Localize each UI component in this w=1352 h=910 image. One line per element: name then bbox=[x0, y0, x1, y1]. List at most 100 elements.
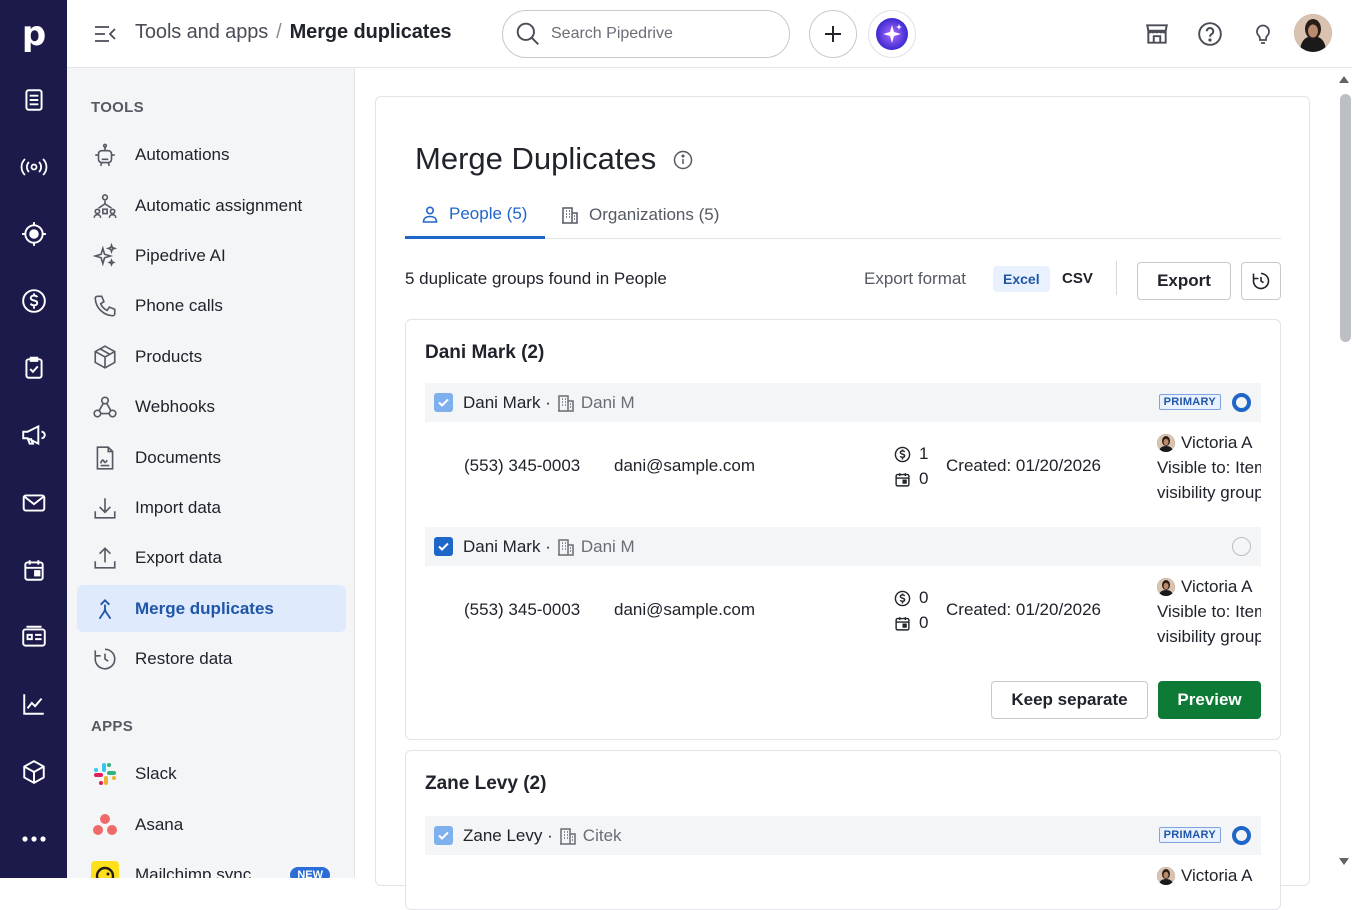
tasks-icon[interactable] bbox=[12, 346, 56, 390]
scroll-up-icon[interactable] bbox=[1338, 74, 1350, 84]
help-icon[interactable] bbox=[1194, 18, 1226, 50]
sidebar-item-products[interactable]: Products bbox=[77, 333, 346, 380]
sidebar-item-label: Import data bbox=[135, 498, 221, 518]
primary-radio[interactable] bbox=[1232, 826, 1251, 845]
sidebar-item-label: Slack bbox=[135, 764, 177, 784]
history-button[interactable] bbox=[1241, 262, 1281, 300]
mail-icon[interactable] bbox=[12, 481, 56, 525]
record-separator: · bbox=[545, 537, 551, 557]
format-csv-option[interactable]: CSV bbox=[1062, 270, 1093, 287]
restore-icon bbox=[91, 645, 119, 673]
deals-count: 1 bbox=[894, 444, 928, 464]
avatar[interactable] bbox=[1294, 14, 1332, 52]
tab-people[interactable]: People (5) bbox=[405, 191, 545, 239]
record-created: Created: 01/20/2026 bbox=[946, 600, 1101, 620]
collapse-menu-icon[interactable] bbox=[93, 22, 117, 46]
record-separator: · bbox=[547, 826, 553, 846]
dollar-icon bbox=[894, 590, 911, 607]
sidebar-item-pipedrive-ai[interactable]: Pipedrive AI bbox=[77, 232, 346, 279]
owner-avatar bbox=[1157, 578, 1175, 596]
sidebar-item-import-data[interactable]: Import data bbox=[77, 484, 346, 531]
more-icon[interactable] bbox=[12, 817, 56, 861]
sidebar-item-asana[interactable]: Asana bbox=[77, 801, 346, 848]
duplicate-group: Zane Levy (2) Zane Levy · Citek PRIMARY … bbox=[405, 750, 1281, 910]
megaphone-icon[interactable] bbox=[12, 413, 56, 457]
record-header[interactable]: Dani Mark · Dani M PRIMARY bbox=[425, 383, 1261, 422]
contacts-icon[interactable] bbox=[12, 615, 56, 659]
tab-organizations[interactable]: Organizations (5) bbox=[545, 191, 740, 239]
target-icon[interactable] bbox=[12, 212, 56, 256]
scrollbar-thumb[interactable] bbox=[1340, 94, 1351, 342]
sidebar-item-automations[interactable]: Automations bbox=[77, 131, 346, 178]
primary-radio[interactable] bbox=[1232, 393, 1251, 412]
record-checkbox[interactable] bbox=[434, 537, 453, 556]
products-icon[interactable] bbox=[12, 750, 56, 794]
record-name: Dani Mark bbox=[463, 537, 540, 557]
document-icon bbox=[91, 444, 119, 472]
record-org-name: Dani M bbox=[581, 393, 635, 413]
search-box[interactable] bbox=[502, 10, 790, 58]
calendar-icon[interactable] bbox=[12, 548, 56, 592]
main-scrollbar[interactable] bbox=[1335, 68, 1352, 878]
add-button[interactable] bbox=[809, 10, 857, 58]
primary-radio[interactable] bbox=[1232, 537, 1251, 556]
preview-button[interactable]: Preview bbox=[1158, 681, 1261, 719]
export-button[interactable]: Export bbox=[1137, 262, 1231, 300]
keep-separate-button[interactable]: Keep separate bbox=[991, 681, 1148, 719]
lightbulb-icon[interactable] bbox=[1247, 18, 1279, 50]
ai-assistant-button[interactable] bbox=[868, 10, 916, 58]
record-phone: (553) 345-0003 bbox=[464, 600, 580, 620]
dollar-icon[interactable] bbox=[12, 279, 56, 323]
record-checkbox[interactable] bbox=[434, 393, 453, 412]
sidebar-item-restore-data[interactable]: Restore data bbox=[77, 635, 346, 682]
sidebar-item-label: Documents bbox=[135, 448, 221, 468]
record-email: dani@sample.com bbox=[614, 600, 755, 620]
sidebar-item-documents[interactable]: Documents bbox=[77, 434, 346, 481]
sidebar-item-automatic-assignment[interactable]: Automatic assignment bbox=[77, 182, 346, 229]
apps-section-title: APPS bbox=[91, 718, 133, 735]
export-format-label: Export format bbox=[864, 269, 966, 289]
mailchimp-icon bbox=[91, 861, 119, 879]
owner-avatar bbox=[1157, 867, 1175, 885]
activities-value: 0 bbox=[919, 469, 928, 489]
deals-value: 0 bbox=[919, 588, 928, 608]
sidebar-item-phone-calls[interactable]: Phone calls bbox=[77, 282, 346, 329]
owner-name: Victoria A bbox=[1181, 430, 1253, 455]
sidebar-item-label: Phone calls bbox=[135, 296, 223, 316]
sidebar-item-label: Products bbox=[135, 347, 202, 367]
sidebar-item-mailchimp-sync[interactable]: Mailchimp syncNEW bbox=[77, 851, 346, 878]
sidebar-item-export-data[interactable]: Export data bbox=[77, 534, 346, 581]
activities-count: 0 bbox=[894, 469, 928, 489]
sidebar-item-label: Mailchimp sync bbox=[135, 865, 251, 879]
sidebar-item-slack[interactable]: Slack bbox=[77, 750, 346, 797]
pipedrive-logo[interactable]: p bbox=[12, 12, 56, 56]
format-excel-option[interactable]: Excel bbox=[993, 266, 1050, 292]
calendar-icon bbox=[894, 615, 911, 632]
deals-value: 1 bbox=[919, 444, 928, 464]
record-org-name: Citek bbox=[583, 826, 622, 846]
breadcrumb: Tools and apps/Merge duplicates bbox=[135, 21, 451, 44]
sidebar-item-merge-duplicates[interactable]: Merge duplicates bbox=[77, 585, 346, 632]
info-icon[interactable] bbox=[673, 150, 693, 170]
insights-icon[interactable] bbox=[12, 682, 56, 726]
leads-icon[interactable] bbox=[12, 78, 56, 122]
record-header[interactable]: Zane Levy · Citek PRIMARY bbox=[425, 816, 1261, 855]
activities-value: 0 bbox=[919, 613, 928, 633]
scroll-down-icon[interactable] bbox=[1338, 857, 1350, 867]
sparkle-icon bbox=[91, 242, 119, 270]
sidebar-item-label: Webhooks bbox=[135, 397, 215, 417]
record-details: (553) 345-0003 dani@sample.com 1 0 Creat… bbox=[425, 422, 1261, 512]
sidebar-item-label: Automations bbox=[135, 145, 230, 165]
record-header[interactable]: Dani Mark · Dani M bbox=[425, 527, 1261, 566]
record-checkbox[interactable] bbox=[434, 826, 453, 845]
deals-count: 0 bbox=[894, 588, 928, 608]
broadcast-icon[interactable] bbox=[12, 145, 56, 189]
tab-label: People (5) bbox=[449, 204, 527, 224]
building-icon bbox=[561, 206, 579, 224]
sidebar-item-webhooks[interactable]: Webhooks bbox=[77, 383, 346, 430]
search-input[interactable] bbox=[551, 25, 771, 43]
sidebar-item-label: Merge duplicates bbox=[135, 599, 274, 619]
marketplace-icon[interactable] bbox=[1141, 18, 1173, 50]
main-content: Merge Duplicates People (5) Organization… bbox=[355, 68, 1352, 878]
breadcrumb-parent[interactable]: Tools and apps bbox=[135, 21, 268, 43]
